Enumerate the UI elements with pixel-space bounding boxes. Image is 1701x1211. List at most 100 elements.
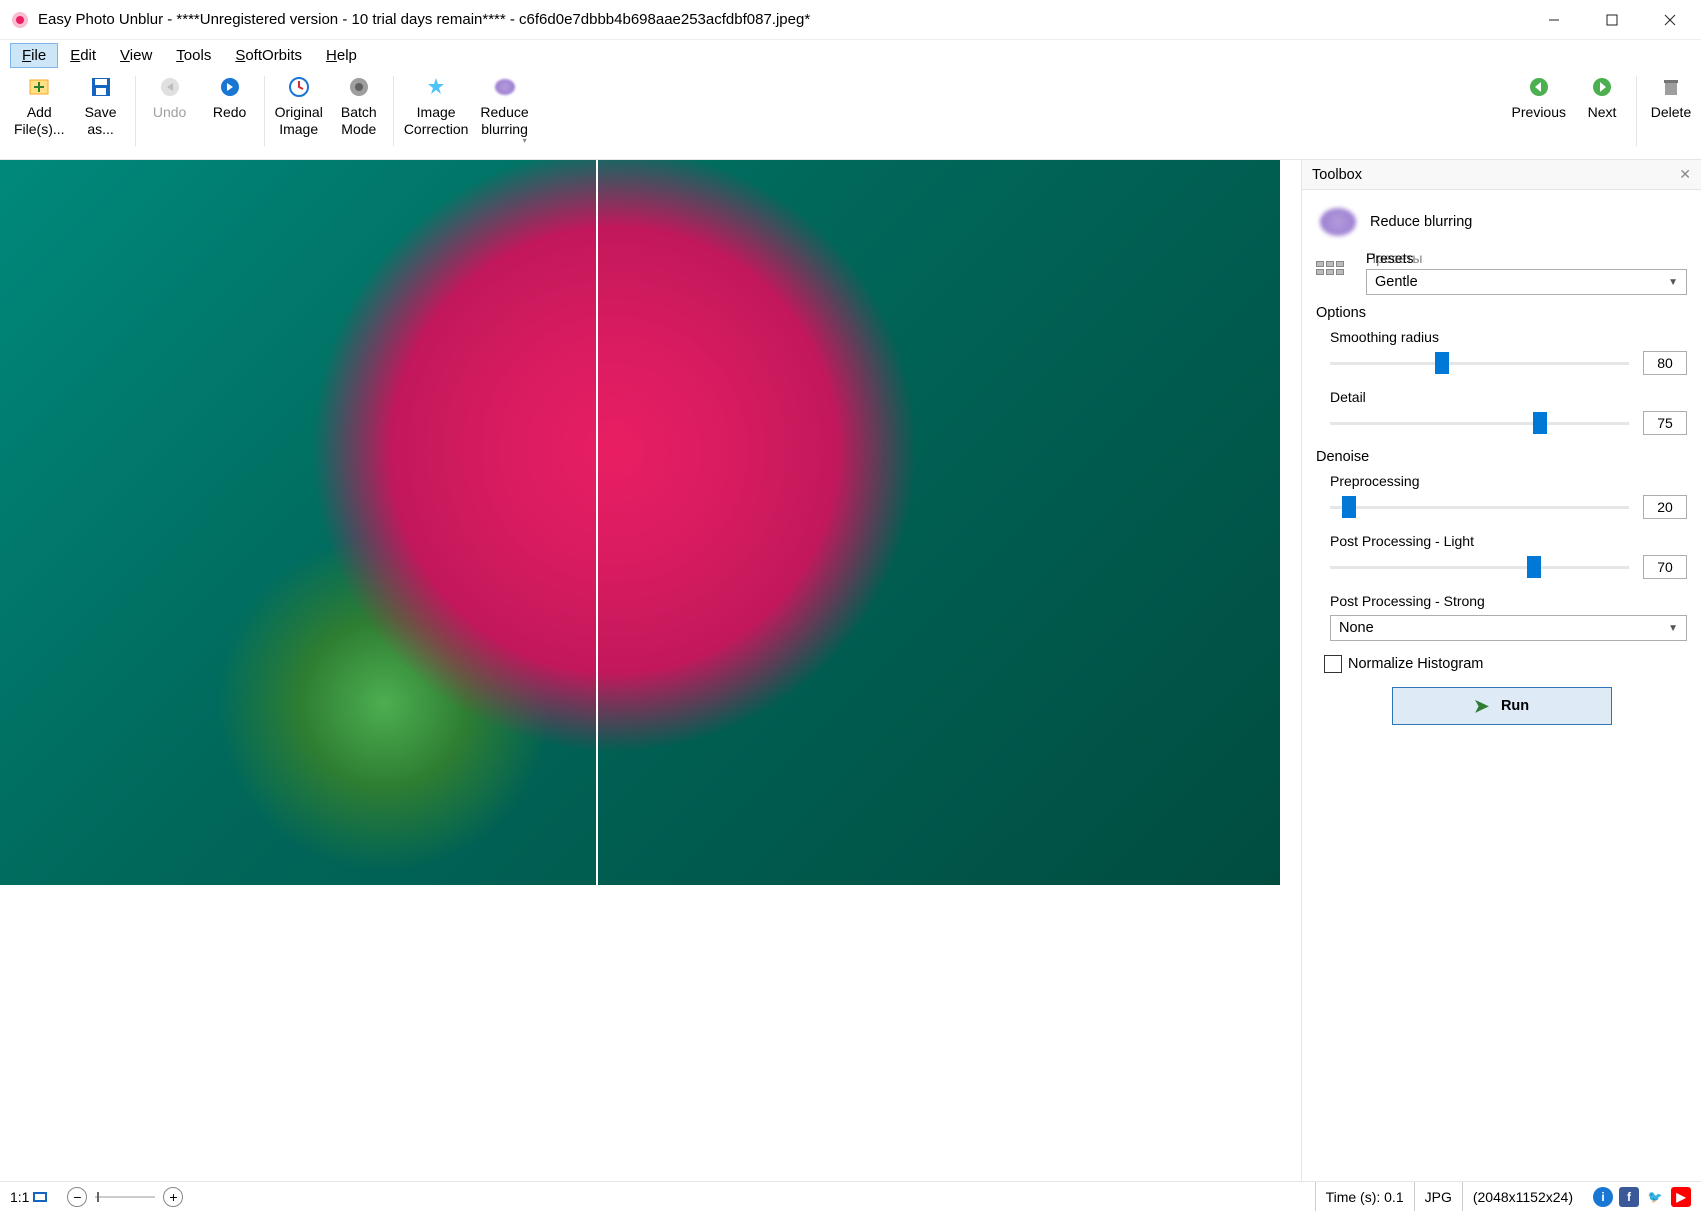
smoothing-value[interactable]: 80 [1643,351,1687,375]
original-image-icon [286,74,312,100]
minimize-button[interactable] [1525,0,1583,39]
status-bar: 1:1 − + Time (s): 0.1 JPG (2048x1152x24)… [0,1181,1701,1211]
toolbar-separator [1636,76,1637,146]
run-label: Run [1501,698,1529,714]
menu-edit[interactable]: Edit [58,43,108,68]
preprocessing-slider[interactable] [1330,499,1629,515]
toolbar-separator [135,76,136,146]
blur-icon [1320,208,1356,236]
main-toolbar: Add File(s)... Save as... Undo Redo Orig… [0,70,1701,160]
run-arrow-icon: ➤ [1474,696,1489,717]
save-icon [88,74,114,100]
postlight-value[interactable]: 70 [1643,555,1687,579]
image-correction-label: Image Correction [404,104,469,138]
original-image-button[interactable]: Original Image [269,72,329,142]
redo-icon [217,74,243,100]
normalize-label: Normalize Histogram [1348,656,1483,672]
fit-icon[interactable] [33,1192,47,1202]
comparison-divider[interactable] [596,160,598,885]
undo-icon [157,74,183,100]
youtube-icon[interactable]: ▶ [1671,1187,1691,1207]
main-area: Toolbox ✕ Reduce blurring Presets Пресет… [0,160,1701,1181]
twitter-icon[interactable]: 🐦 [1645,1187,1665,1207]
smoothing-label: Smoothing radius [1330,329,1687,345]
batch-mode-icon [346,74,372,100]
trash-icon [1658,74,1684,100]
options-header: Options [1316,305,1687,321]
poststrong-label: Post Processing - Strong [1330,593,1687,609]
presets-label: Presets Пресеты [1366,250,1687,266]
toolbox-mode-title: Reduce blurring [1370,214,1472,230]
reduce-blurring-label: Reduce blurring [480,104,528,138]
app-icon [10,10,30,30]
save-as-label: Save as... [85,104,117,138]
presets-icon [1316,250,1352,286]
toolbar-separator [393,76,394,146]
detail-slider[interactable] [1330,415,1629,431]
run-button[interactable]: ➤ Run [1392,687,1612,725]
redo-label: Redo [213,104,246,121]
toolbox-panel: Toolbox ✕ Reduce blurring Presets Пресет… [1301,160,1701,1181]
dropdown-arrow-icon[interactable]: ▾ [523,136,527,146]
previous-button[interactable]: Previous [1506,72,1572,125]
menu-softorbits[interactable]: SoftOrbits [223,43,314,68]
detail-value[interactable]: 75 [1643,411,1687,435]
postlight-label: Post Processing - Light [1330,533,1687,549]
previous-label: Previous [1512,104,1566,121]
menu-bar: File Edit View Tools SoftOrbits Help [0,40,1701,70]
social-links: i f 🐦 ▶ [1583,1187,1701,1207]
zoom-slider[interactable] [95,1196,155,1198]
toolbar-separator [264,76,265,146]
close-button[interactable] [1641,0,1699,39]
delete-button[interactable]: Delete [1641,72,1701,125]
add-files-icon [26,74,52,100]
delete-label: Delete [1651,104,1691,121]
image-preview [0,160,1282,885]
preprocessing-label: Preprocessing [1330,473,1687,489]
window-titlebar: Easy Photo Unblur - ****Unregistered ver… [0,0,1701,40]
zoom-out-button[interactable]: − [67,1187,87,1207]
menu-tools[interactable]: Tools [164,43,223,68]
poststrong-value: None [1339,620,1374,636]
facebook-icon[interactable]: f [1619,1187,1639,1207]
redo-button[interactable]: Redo [200,72,260,125]
preprocessing-value[interactable]: 20 [1643,495,1687,519]
chevron-down-icon: ▼ [1668,277,1678,288]
image-correction-icon [423,74,449,100]
next-icon [1589,74,1615,100]
add-files-button[interactable]: Add File(s)... [8,72,71,142]
denoise-header: Denoise [1316,449,1687,465]
batch-mode-button[interactable]: Batch Mode [329,72,389,142]
add-files-label: Add File(s)... [14,104,65,138]
presets-dropdown[interactable]: Gentle ▼ [1366,269,1687,295]
zoom-controls: − + [57,1187,193,1207]
next-button[interactable]: Next [1572,72,1632,125]
toolbox-header: Toolbox ✕ [1302,160,1701,190]
menu-file[interactable]: File [10,43,58,68]
menu-view[interactable]: View [108,43,164,68]
batch-mode-label: Batch Mode [341,104,377,138]
image-correction-button[interactable]: Image Correction [398,72,475,142]
save-as-button[interactable]: Save as... [71,72,131,142]
status-dimensions: (2048x1152x24) [1462,1182,1583,1211]
maximize-button[interactable] [1583,0,1641,39]
reduce-blurring-button[interactable]: Reduce blurring ▾ [474,72,534,149]
original-image-label: Original Image [275,104,323,138]
normalize-checkbox[interactable] [1324,655,1342,673]
undo-button[interactable]: Undo [140,72,200,125]
smoothing-slider[interactable] [1330,355,1629,371]
previous-icon [1526,74,1552,100]
image-canvas[interactable] [0,160,1301,1181]
menu-help[interactable]: Help [314,43,369,68]
toolbox-body: Reduce blurring Presets Пресеты Gentle ▼… [1302,190,1701,733]
detail-label: Detail [1330,389,1687,405]
toolbox-close-icon[interactable]: ✕ [1679,166,1691,183]
postlight-slider[interactable] [1330,559,1629,575]
presets-value: Gentle [1375,274,1418,290]
zoom-in-button[interactable]: + [163,1187,183,1207]
chevron-down-icon: ▼ [1668,623,1678,634]
poststrong-dropdown[interactable]: None ▼ [1330,615,1687,641]
reduce-blurring-icon [492,74,518,100]
toolbox-title: Toolbox [1312,167,1362,183]
info-icon[interactable]: i [1593,1187,1613,1207]
